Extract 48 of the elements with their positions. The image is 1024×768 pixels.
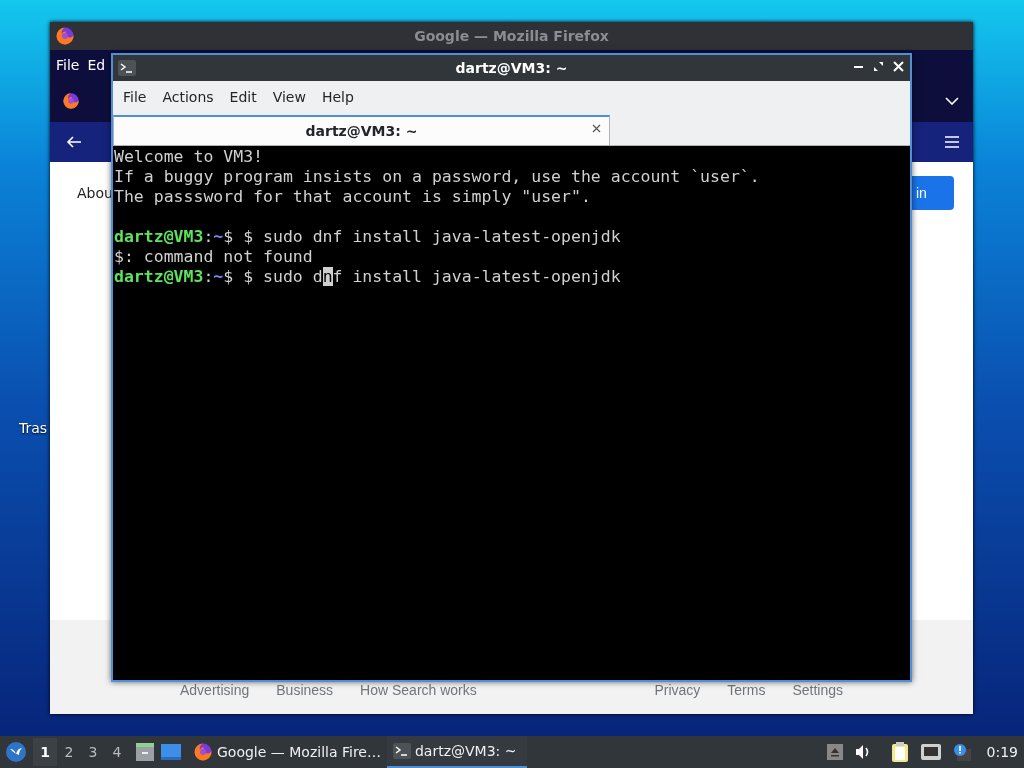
terminal-tab[interactable]: dartz@VM3: ~ xyxy=(113,115,610,145)
file-cabinet-icon[interactable] xyxy=(135,742,155,762)
desktop-switcher-button[interactable]: 2 xyxy=(57,738,81,766)
menu-icon[interactable] xyxy=(945,136,959,148)
app-menu-icon[interactable] xyxy=(5,741,27,763)
taskbar-button[interactable]: dartz@VM3: ~ xyxy=(386,736,527,768)
footer-link[interactable]: Business xyxy=(276,682,334,700)
terminal-line: The passsword for that account is simply "user". xyxy=(114,187,591,207)
footer-link[interactable]: Advertising xyxy=(180,682,250,700)
browser-icon xyxy=(55,26,75,46)
maximize-icon[interactable] xyxy=(873,61,884,72)
terminal-icon xyxy=(118,60,136,76)
menu-item[interactable]: File xyxy=(56,57,80,73)
terminal-line: $: command not found xyxy=(114,247,313,267)
volume-icon[interactable] xyxy=(854,744,871,760)
clock[interactable]: 0:19 xyxy=(986,744,1018,760)
footer-link[interactable]: Terms xyxy=(727,682,766,700)
terminal-line: Welcome to VM3! xyxy=(114,147,263,167)
menu-item[interactable]: Actions xyxy=(154,88,222,105)
menu-item[interactable]: File xyxy=(115,88,155,105)
clipboard-icon[interactable] xyxy=(890,742,909,762)
menu-item[interactable]: Edit xyxy=(221,88,265,105)
menu-item[interactable]: Help xyxy=(313,88,362,105)
window-title: dartz@VM3: ~ xyxy=(455,60,568,76)
browser-icon xyxy=(193,742,213,762)
footer-link[interactable]: How Search works xyxy=(360,682,477,700)
back-arrow-icon[interactable] xyxy=(66,136,82,148)
desktop-icon-label[interactable]: Tras xyxy=(19,420,48,436)
browser-icon xyxy=(62,92,80,110)
alert-icon[interactable] xyxy=(952,743,971,761)
close-icon[interactable] xyxy=(592,124,601,133)
desktop-switcher-button[interactable]: 1 xyxy=(33,738,57,766)
taskbar-button[interactable]: Google — Mozilla Fire… xyxy=(187,736,387,768)
menu-item[interactable]: Ed xyxy=(87,57,106,73)
terminal-icon xyxy=(392,743,411,759)
eject-icon[interactable] xyxy=(826,744,843,760)
network-icon[interactable] xyxy=(920,744,941,760)
chevron-down-icon[interactable] xyxy=(945,97,959,105)
footer-link[interactable]: Privacy xyxy=(654,682,701,700)
window-title: Google — Mozilla Firefox xyxy=(414,28,609,44)
footer-link[interactable]: Settings xyxy=(792,682,843,700)
desktop-switcher-button[interactable]: 4 xyxy=(105,738,129,766)
terminal-prompt-line: dartz@VM3:~$ $ sudo dnf install java-latest-openjdk xyxy=(114,267,621,287)
sign-in-button[interactable]: in xyxy=(912,176,954,210)
menu-item[interactable]: View xyxy=(264,88,314,105)
terminal-prompt-line: dartz@VM3:~$ $ sudo dnf install java-latest-openjdk xyxy=(114,227,621,247)
terminal-line: If a buggy program insists on a password, use the account `user`. xyxy=(114,167,760,187)
desktop-switcher-button[interactable]: 3 xyxy=(81,738,105,766)
